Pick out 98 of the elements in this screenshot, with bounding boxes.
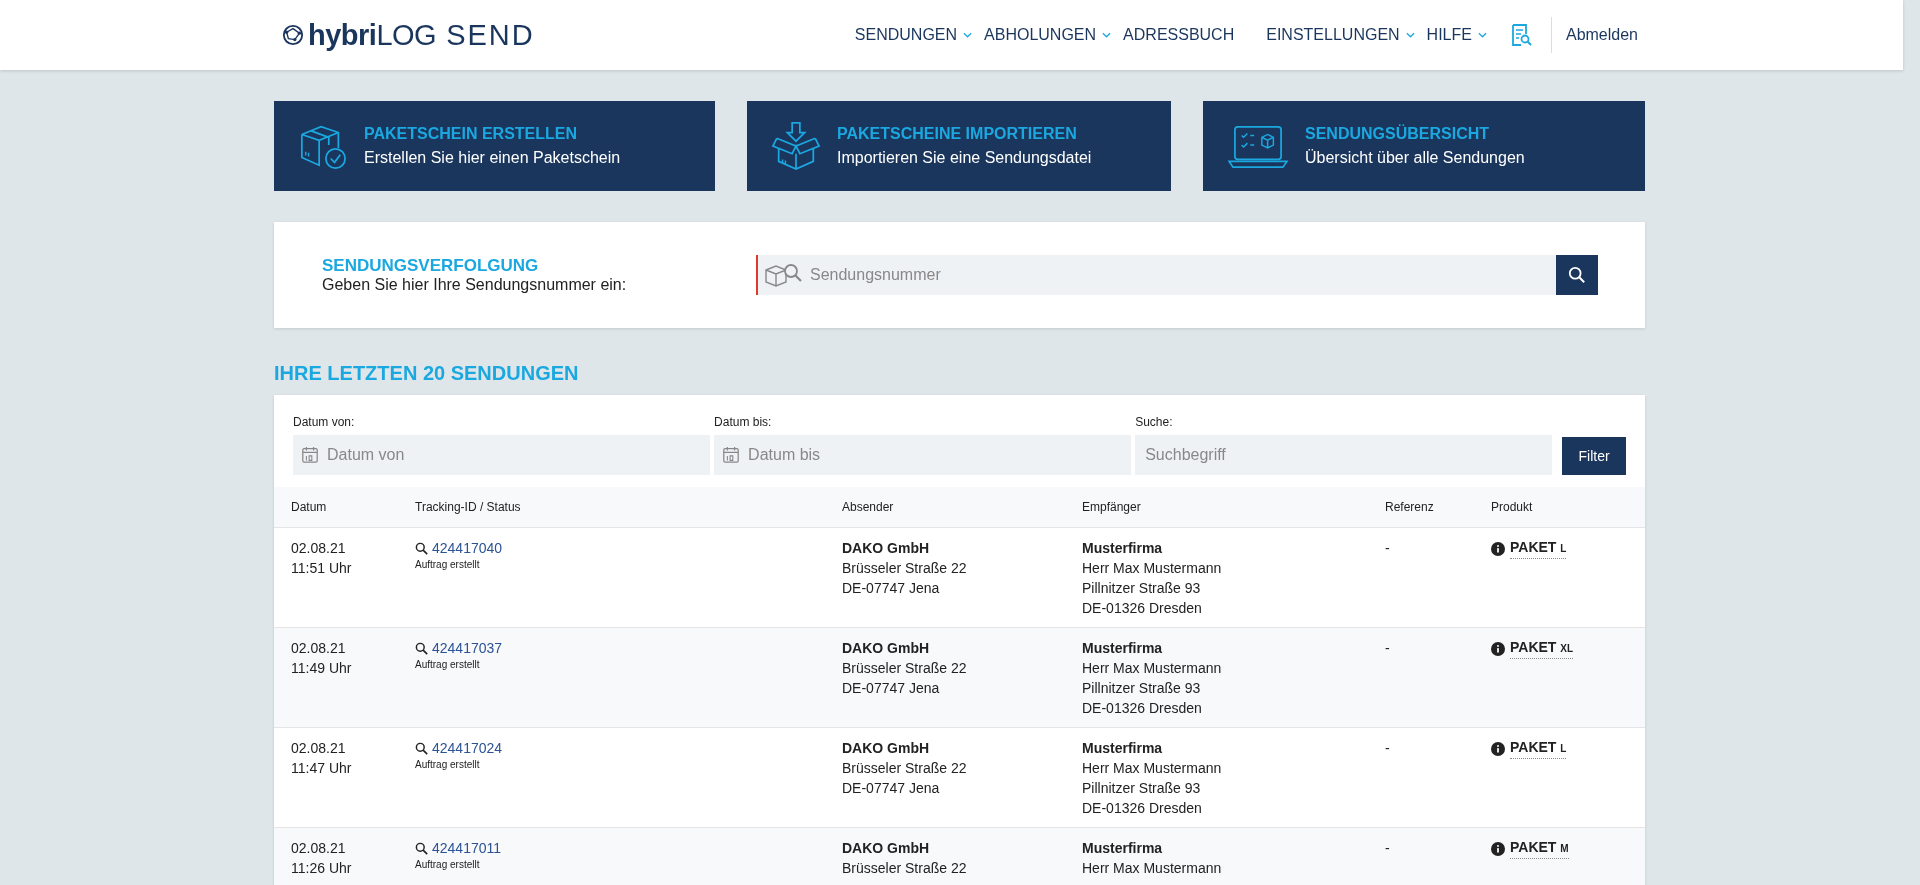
date-text: 02.08.21 — [291, 839, 346, 858]
sender-address-line: Brüsseler Straße 22 — [842, 559, 967, 578]
field-label: Datum von: — [293, 415, 356, 429]
recipient-address-line: Herr Max Mustermann — [1082, 559, 1222, 578]
time-text: 11:26 Uhr — [291, 859, 352, 878]
status-text: Auftrag erstellt — [415, 658, 480, 672]
box-search-icon — [764, 262, 804, 288]
reference-text: - — [1385, 839, 1390, 858]
nav-menu-item[interactable]: SENDUNGEN — [854, 26, 973, 44]
time-text: 11:51 Uhr — [291, 559, 352, 578]
recipient-address-line: Musterfirma — [1082, 539, 1163, 558]
globe-icon — [282, 24, 304, 46]
status-text: Auftrag erstellt — [415, 858, 480, 872]
card-subtitle: Übersicht über alle Sendungen — [1305, 149, 1525, 167]
card-subtitle: Erstellen Sie hier einen Paketschein — [364, 149, 621, 167]
filter-button[interactable]: Filter — [1562, 437, 1626, 475]
search-button[interactable] — [1556, 255, 1598, 295]
product-label[interactable]: PAKET XL — [1510, 638, 1574, 659]
sender-address-line: DAKO GmbH — [842, 539, 930, 558]
date-field[interactable]: Datum bis — [714, 435, 1132, 475]
recipient-address-line: Pillnitzer Straße 93 — [1082, 679, 1201, 698]
date-text: 02.08.21 — [291, 639, 346, 658]
tracking-number-field[interactable]: Sendungsnummer — [756, 255, 1556, 295]
recipient-address-line: Herr Max Mustermann — [1082, 859, 1222, 878]
search-icon — [1568, 266, 1586, 284]
status-text: Auftrag erstellt — [415, 758, 480, 772]
recipient-address-line: DE-01326 Dresden — [1082, 799, 1202, 818]
column-header: Produkt — [1491, 500, 1534, 514]
reference-text: - — [1385, 639, 1390, 658]
calendar-icon — [722, 446, 741, 464]
recipient-address-line: Pillnitzer Straße 93 — [1082, 779, 1201, 798]
product-label[interactable]: PAKET L — [1510, 738, 1567, 759]
sender-address-line: DE-07747 Jena — [842, 579, 940, 598]
action-card[interactable]: SENDUNGSÜBERSICHT Übersicht über alle Sendungen — [1203, 101, 1645, 191]
sender-address-line: Brüsseler Straße 22 — [842, 859, 967, 878]
column-header: Empfänger — [1082, 500, 1142, 514]
sender-address-line: DAKO GmbH — [842, 639, 930, 658]
nav-menu-item[interactable]: ADRESSBUCH — [1123, 26, 1235, 44]
recipient-address-line: Herr Max Mustermann — [1082, 759, 1222, 778]
date-text: 02.08.21 — [291, 739, 346, 758]
logout-link[interactable]: Abmelden — [1565, 26, 1638, 44]
time-text: 11:47 Uhr — [291, 759, 352, 778]
search-icon — [415, 741, 428, 755]
sender-address-line: DE-07747 Jena — [842, 679, 940, 698]
reference-text: - — [1385, 739, 1390, 758]
tracking-id-link[interactable]: 424417024 — [432, 738, 503, 758]
card-subtitle: Importieren Sie eine Sendungsdatei — [837, 149, 1092, 167]
tracking-id-link[interactable]: 424417011 — [432, 838, 502, 858]
tracking-id-link[interactable]: 424417037 — [432, 638, 503, 658]
info-icon — [1491, 541, 1505, 556]
info-icon — [1491, 841, 1505, 856]
nav-menu-item[interactable]: HILFE — [1426, 26, 1487, 44]
column-header: Tracking-ID / Status — [415, 500, 522, 514]
recipient-address-line: Musterfirma — [1082, 639, 1163, 658]
sender-address-line: Brüsseler Straße 22 — [842, 659, 967, 678]
logo-text[interactable]: hybriLOG — [308, 18, 437, 52]
nav-menu-item[interactable]: EINSTELLUNGEN — [1266, 26, 1415, 44]
search-icon — [415, 541, 428, 555]
info-icon — [1491, 641, 1505, 656]
column-header: Absender — [842, 500, 895, 514]
recipient-address-line: Musterfirma — [1082, 839, 1163, 858]
search-icon — [415, 641, 428, 655]
sender-address-line: DE-07747 Jena — [842, 779, 940, 798]
tracking-hint: Geben Sie hier Ihre Sendungsnummer ein: — [322, 276, 628, 294]
column-header: Referenz — [1385, 500, 1435, 514]
logo-text: SEND — [446, 18, 535, 52]
date-field[interactable]: Datum von — [293, 435, 711, 475]
sender-address-line: Brüsseler Straße 22 — [842, 759, 967, 778]
status-text: Auftrag erstellt — [415, 558, 480, 572]
card-title: PAKETSCHEIN ERSTELLEN — [364, 125, 579, 143]
info-icon — [1491, 741, 1505, 756]
recipient-address-line: Herr Max Mustermann — [1082, 659, 1222, 678]
action-card[interactable]: PAKETSCHEIN ERSTELLEN Erstellen Sie hier einen Paketschein — [274, 101, 715, 191]
calendar-icon — [301, 446, 319, 464]
field-label: Datum bis: — [714, 415, 773, 429]
card-title: PAKETSCHEINE IMPORTIEREN — [837, 125, 1078, 143]
sender-address-line: DAKO GmbH — [842, 839, 930, 858]
product-label[interactable]: PAKET M — [1510, 838, 1569, 859]
recipient-address-line: Pillnitzer Straße 93 — [1082, 579, 1201, 598]
card-title: SENDUNGSÜBERSICHT — [1305, 125, 1490, 143]
reference-text: - — [1385, 539, 1390, 558]
tracking-id-link[interactable]: 424417040 — [432, 538, 503, 558]
time-text: 11:49 Uhr — [291, 659, 352, 678]
recipient-address-line: DE-01326 Dresden — [1082, 699, 1202, 718]
recipient-address-line: Musterfirma — [1082, 739, 1163, 758]
column-header: Datum — [291, 500, 328, 514]
section-title: SENDUNGSVERFOLGUNG — [322, 256, 540, 276]
search-icon — [415, 841, 428, 855]
search-field[interactable]: Suchbegriff — [1135, 435, 1553, 475]
box-arrow-down-icon — [771, 121, 821, 171]
sender-address-line: DAKO GmbH — [842, 739, 930, 758]
product-label[interactable]: PAKET L — [1510, 538, 1567, 559]
date-text: 02.08.21 — [291, 539, 346, 558]
field-label: Suche: — [1135, 415, 1174, 429]
section-title: IHRE LETZTEN 20 SENDUNGEN — [274, 362, 580, 385]
recipient-address-line: DE-01326 Dresden — [1082, 599, 1202, 618]
nav-menu-item[interactable]: ABHOLUNGEN — [984, 26, 1112, 44]
action-card[interactable]: PAKETSCHEINE IMPORTIEREN Importieren Sie eine Sendungsdatei — [747, 101, 1171, 191]
